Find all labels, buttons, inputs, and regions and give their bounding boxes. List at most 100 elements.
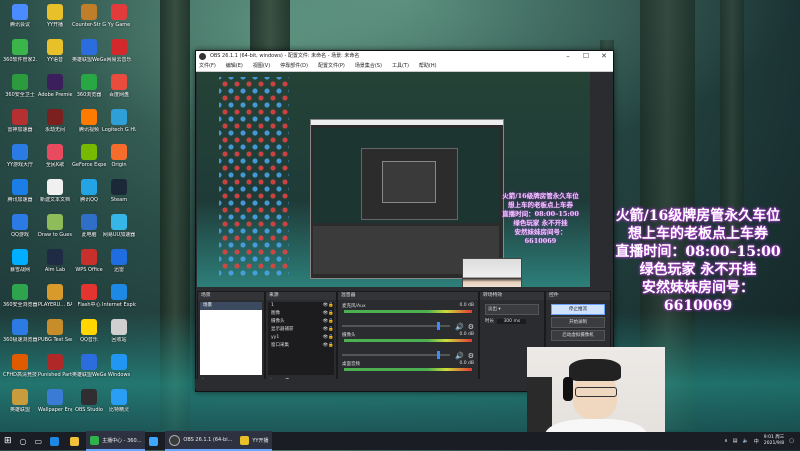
transition-type-select[interactable]: 淡出 ▾ (485, 304, 539, 315)
desktop-icon[interactable]: 腾讯会议 (3, 4, 37, 28)
desktop-icon[interactable]: Counter-Str Global Off... (72, 4, 106, 28)
desktop-icon[interactable]: 此电脑 (72, 214, 106, 238)
desktop-icon[interactable]: 360安全卫士 (3, 74, 37, 98)
desktop-icon[interactable]: Aim Lab (38, 249, 72, 273)
start-virtual-camera-button[interactable]: 启动虚拟摄像机 (551, 330, 605, 341)
desktop-icon[interactable]: Wallpaper Engine (38, 389, 72, 413)
tray-overflow-icon[interactable]: ∧ (724, 438, 728, 444)
desktop-icon[interactable]: 腾讯视频 (72, 109, 106, 133)
duration-input[interactable]: 300 ms (497, 319, 527, 324)
desktop-icon[interactable]: YY语音 (38, 39, 72, 63)
desktop-icon[interactable]: 比特精灵 (102, 389, 136, 413)
desktop-icon[interactable]: 回收站 (102, 319, 136, 343)
edge-button[interactable] (46, 432, 66, 450)
ime-indicator[interactable]: 中 (754, 438, 759, 445)
menu-edit[interactable]: 编辑(E) (226, 62, 243, 71)
desktop-icon[interactable]: Steam (102, 179, 136, 203)
desktop-icon[interactable]: 360极速浏览器 (3, 319, 37, 343)
desktop-icon[interactable]: YY开播 (38, 4, 72, 28)
desktop-icon[interactable]: 暴雪战网 (3, 249, 37, 273)
volume-slider[interactable] (342, 354, 450, 356)
desktop-icon[interactable]: 新建文本文档 (38, 179, 72, 203)
desktop-icon[interactable]: 网易UU加速器 (102, 214, 136, 238)
desktop-icon[interactable]: Punished Party (38, 354, 72, 378)
desktop-icon[interactable]: Internet Explorer (102, 284, 136, 308)
menu-scene-collection[interactable]: 场景集合(S) (355, 62, 382, 71)
desktop-app-icon (12, 389, 28, 405)
desktop-icon[interactable]: 迅雷 (102, 249, 136, 273)
close-button[interactable]: ✕ (595, 51, 613, 62)
desktop-icon[interactable]: QQ游戏 (3, 214, 37, 238)
volume-slider-handle[interactable] (437, 351, 440, 359)
search-button[interactable]: ○ (16, 432, 31, 450)
menu-file[interactable]: 文件(F) (199, 62, 216, 71)
volume-slider[interactable] (342, 325, 450, 327)
menu-docks[interactable]: 停靠部件(D) (280, 62, 308, 71)
taskbar-app-obs[interactable]: OBS 26.1.1 (64-bi... (165, 431, 237, 451)
gear-icon[interactable]: ⚙ (468, 323, 474, 331)
desktop-icon[interactable]: QQ音乐 (72, 319, 106, 343)
desktop-icon[interactable]: 雷神加速器 (3, 109, 37, 133)
desktop-icon[interactable]: 腾讯加速器 (3, 179, 37, 203)
desktop-icon[interactable]: Origin (102, 144, 136, 168)
start-recording-button[interactable]: 开始录制 (551, 317, 605, 328)
desktop-icon[interactable]: GeForce Experience (72, 144, 106, 168)
desktop-icon[interactable]: Flash中心 (72, 284, 106, 308)
desktop-icon[interactable]: CFHD高清竞技大区 (3, 354, 37, 378)
obs-window[interactable]: OBS 26.1.1 (64-bit, windows) - 配置文件: 未命名… (195, 50, 614, 392)
stop-streaming-button[interactable]: 停止推流 (551, 304, 605, 315)
network-icon[interactable]: ▤ (733, 438, 738, 444)
speaker-icon[interactable]: 🔊 (455, 352, 464, 360)
source-item[interactable]: yy1 👁🔒 (268, 334, 334, 342)
taskbar-app-pinned[interactable] (145, 432, 165, 450)
desktop-icon[interactable]: Windows (102, 354, 136, 378)
speaker-icon[interactable]: 🔊 (455, 323, 464, 331)
desktop-icon[interactable]: 英雄联盟WeGame (72, 354, 106, 378)
taskbar-app-yy[interactable]: YY开播 (236, 431, 273, 451)
volume-icon[interactable]: 🔈 (742, 438, 748, 444)
desktop-icon[interactable]: 360安全浏览器 (3, 284, 37, 308)
desktop-icon[interactable]: Logitech G HUB (102, 109, 136, 133)
desktop-icon[interactable]: PUBG Test Server (38, 319, 72, 343)
menu-help[interactable]: 帮助(H) (419, 62, 437, 71)
source-item[interactable]: 图像 👁🔒 (268, 310, 334, 318)
desktop-icon-label: Logitech G HUB (102, 127, 136, 133)
desktop-icon[interactable]: 360软件管家2.0 (3, 39, 37, 63)
desktop-icon[interactable]: 英雄联盟 (3, 389, 37, 413)
menu-tools[interactable]: 工具(T) (392, 62, 409, 71)
desktop-icon[interactable]: PLAYERU... BATTLEGR... (38, 284, 72, 308)
source-item[interactable]: 摄像头 👁🔒 (268, 318, 334, 326)
desktop-icon[interactable]: 网易云音乐 (102, 39, 136, 63)
desktop-icon[interactable]: 360浏览器 (72, 74, 106, 98)
desktop-icon[interactable]: WPS Office (72, 249, 106, 273)
volume-slider-handle[interactable] (437, 322, 440, 330)
scene-item[interactable]: 场景 (200, 302, 262, 310)
desktop-icon[interactable]: Adobe Premiere... (38, 74, 72, 98)
taskbar-app-360[interactable]: 主播中心 - 360... (86, 431, 146, 451)
obs-preview[interactable]: 火箭/16级牌房管永久车位 想上车的老板点上车券 直播时间：08:00–15:0… (197, 72, 590, 287)
source-item[interactable]: 窗口采集 👁🔒 (268, 342, 334, 350)
maximize-button[interactable]: ☐ (577, 51, 595, 62)
start-button[interactable]: ⊞ (0, 432, 16, 450)
desktop-icon[interactable]: 腾讯QQ (72, 179, 106, 203)
menu-profile[interactable]: 配置文件(P) (318, 62, 345, 71)
obs-title-bar[interactable]: OBS 26.1.1 (64-bit, windows) - 配置文件: 未命名… (196, 51, 613, 62)
desktop-icon[interactable]: 永劫无间 (38, 109, 72, 133)
gear-icon[interactable]: ⚙ (468, 352, 474, 360)
explorer-button[interactable] (66, 432, 86, 450)
desktop-app-icon (111, 39, 127, 55)
menu-view[interactable]: 视图(V) (253, 62, 270, 71)
source-item[interactable]: 1 👁🔒 (268, 302, 334, 310)
notification-icon[interactable]: ▢ (789, 438, 794, 444)
minimize-button[interactable]: – (559, 51, 577, 62)
task-view-button[interactable]: ▭ (31, 432, 47, 450)
desktop-icon[interactable]: Yy Game (102, 4, 136, 28)
clock[interactable]: 9:01 周三 2021/9/8 (764, 435, 785, 447)
desktop-icon[interactable]: 百度网盘 (102, 74, 136, 98)
desktop-icon[interactable]: OBS Studio (72, 389, 106, 413)
source-item[interactable]: 显示器捕获 👁🔒 (268, 326, 334, 334)
desktop-icon[interactable]: 英雄联盟WeGame (72, 39, 106, 63)
desktop-icon[interactable]: YY游戏大厅 (3, 144, 37, 168)
desktop-icon[interactable]: Draw to Guess (38, 214, 72, 238)
desktop-icon[interactable]: 全民K歌 (38, 144, 72, 168)
